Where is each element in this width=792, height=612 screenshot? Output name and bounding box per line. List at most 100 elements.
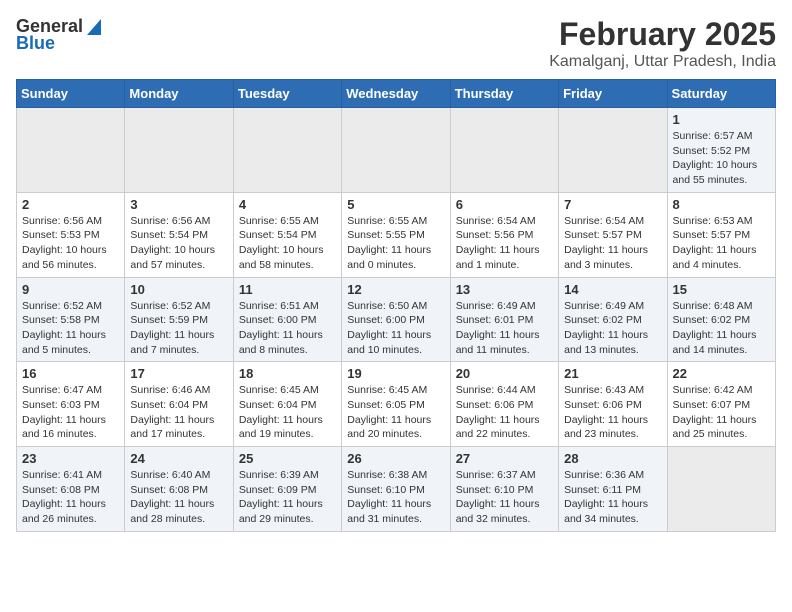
calendar-day-cell: 16Sunrise: 6:47 AMSunset: 6:03 PMDayligh…: [17, 362, 125, 447]
day-number: 4: [239, 197, 336, 212]
calendar-day-cell: 22 Sunrise: 6:42 AMSunset: 6:07 PMDayligh…: [667, 362, 775, 447]
calendar-day-cell: 25 Sunrise: 6:39 AMSunset: 6:09 PMDayligh…: [233, 447, 341, 532]
calendar-day-cell: 8 Sunrise: 6:53 AMSunset: 5:57 PMDaylight…: [667, 192, 775, 277]
weekday-header-wednesday: Wednesday: [342, 80, 450, 108]
calendar-day-cell: 21 Sunrise: 6:43 AMSunset: 6:06 PMDayligh…: [559, 362, 667, 447]
calendar-day-cell: 15 Sunrise: 6:48 AMSunset: 6:02 PMDayligh…: [667, 277, 775, 362]
day-number: 13: [456, 282, 553, 297]
day-number: 7: [564, 197, 661, 212]
calendar-week-row: 23 Sunrise: 6:41 AMSunset: 6:08 PMDayligh…: [17, 447, 776, 532]
day-info: Sunrise: 6:55 AMSunset: 5:54 PMDaylight:…: [239, 214, 336, 273]
day-number: 11: [239, 282, 336, 297]
day-info: Sunrise: 6:46 AMSunset: 6:04 PMDaylight:…: [130, 383, 227, 442]
day-info: Sunrise: 6:49 AMSunset: 6:02 PMDaylight:…: [564, 299, 661, 358]
calendar-day-cell: 2 Sunrise: 6:56 AMSunset: 5:53 PMDaylight…: [17, 192, 125, 277]
day-number: 8: [673, 197, 770, 212]
weekday-header-sunday: Sunday: [17, 80, 125, 108]
day-info: Sunrise: 6:44 AMSunset: 6:06 PMDaylight:…: [456, 383, 553, 442]
day-info: Sunrise: 6:55 AMSunset: 5:55 PMDaylight:…: [347, 214, 444, 273]
calendar-day-cell: [450, 108, 558, 193]
day-info: Sunrise: 6:57 AMSunset: 5:52 PMDaylight:…: [673, 129, 770, 188]
calendar-week-row: 16Sunrise: 6:47 AMSunset: 6:03 PMDayligh…: [17, 362, 776, 447]
day-number: 16: [22, 366, 119, 381]
day-number: 20: [456, 366, 553, 381]
calendar-day-cell: 19 Sunrise: 6:45 AMSunset: 6:05 PMDayligh…: [342, 362, 450, 447]
day-info: Sunrise: 6:42 AMSunset: 6:07 PMDaylight:…: [673, 383, 770, 442]
day-number: 19: [347, 366, 444, 381]
calendar-day-cell: 17 Sunrise: 6:46 AMSunset: 6:04 PMDayligh…: [125, 362, 233, 447]
day-number: 9: [22, 282, 119, 297]
calendar-day-cell: 10 Sunrise: 6:52 AMSunset: 5:59 PMDayligh…: [125, 277, 233, 362]
calendar-day-cell: 26Sunrise: 6:38 AMSunset: 6:10 PMDayligh…: [342, 447, 450, 532]
day-number: 25: [239, 451, 336, 466]
day-number: 6: [456, 197, 553, 212]
day-info: Sunrise: 6:39 AMSunset: 6:09 PMDaylight:…: [239, 468, 336, 527]
calendar-day-cell: [233, 108, 341, 193]
day-number: 10: [130, 282, 227, 297]
calendar-day-cell: 13 Sunrise: 6:49 AMSunset: 6:01 PMDayligh…: [450, 277, 558, 362]
day-info: Sunrise: 6:56 AMSunset: 5:54 PMDaylight:…: [130, 214, 227, 273]
calendar-day-cell: 28 Sunrise: 6:36 AMSunset: 6:11 PMDayligh…: [559, 447, 667, 532]
calendar-day-cell: 18 Sunrise: 6:45 AMSunset: 6:04 PMDayligh…: [233, 362, 341, 447]
logo-triangle-icon: [83, 17, 105, 37]
calendar-day-cell: [559, 108, 667, 193]
calendar-week-row: 2 Sunrise: 6:56 AMSunset: 5:53 PMDaylight…: [17, 192, 776, 277]
day-number: 2: [22, 197, 119, 212]
day-info: Sunrise: 6:41 AMSunset: 6:08 PMDaylight:…: [22, 468, 119, 527]
weekday-header-friday: Friday: [559, 80, 667, 108]
day-number: 23: [22, 451, 119, 466]
calendar-day-cell: 1 Sunrise: 6:57 AMSunset: 5:52 PMDaylight…: [667, 108, 775, 193]
subtitle: Kamalganj, Uttar Pradesh, India: [549, 53, 776, 71]
page-header: General Blue February 2025 Kamalganj, Ut…: [16, 16, 776, 71]
day-number: 14: [564, 282, 661, 297]
calendar-day-cell: [17, 108, 125, 193]
day-info: Sunrise: 6:51 AMSunset: 6:00 PMDaylight:…: [239, 299, 336, 358]
day-info: Sunrise: 6:53 AMSunset: 5:57 PMDaylight:…: [673, 214, 770, 273]
weekday-header-monday: Monday: [125, 80, 233, 108]
day-info: Sunrise: 6:54 AMSunset: 5:57 PMDaylight:…: [564, 214, 661, 273]
weekday-header-thursday: Thursday: [450, 80, 558, 108]
calendar-day-cell: 6Sunrise: 6:54 AMSunset: 5:56 PMDaylight…: [450, 192, 558, 277]
day-info: Sunrise: 6:52 AMSunset: 5:58 PMDaylight:…: [22, 299, 119, 358]
day-info: Sunrise: 6:43 AMSunset: 6:06 PMDaylight:…: [564, 383, 661, 442]
day-number: 18: [239, 366, 336, 381]
calendar-day-cell: 14 Sunrise: 6:49 AMSunset: 6:02 PMDayligh…: [559, 277, 667, 362]
calendar-day-cell: 9 Sunrise: 6:52 AMSunset: 5:58 PMDaylight…: [17, 277, 125, 362]
day-info: Sunrise: 6:45 AMSunset: 6:04 PMDaylight:…: [239, 383, 336, 442]
calendar-day-cell: 24Sunrise: 6:40 AMSunset: 6:08 PMDayligh…: [125, 447, 233, 532]
weekday-header-tuesday: Tuesday: [233, 80, 341, 108]
day-number: 21: [564, 366, 661, 381]
day-info: Sunrise: 6:36 AMSunset: 6:11 PMDaylight:…: [564, 468, 661, 527]
day-number: 22: [673, 366, 770, 381]
main-title: February 2025: [549, 16, 776, 53]
day-number: 24: [130, 451, 227, 466]
calendar-day-cell: 4 Sunrise: 6:55 AMSunset: 5:54 PMDaylight…: [233, 192, 341, 277]
calendar-day-cell: 5Sunrise: 6:55 AMSunset: 5:55 PMDaylight…: [342, 192, 450, 277]
day-info: Sunrise: 6:37 AMSunset: 6:10 PMDaylight:…: [456, 468, 553, 527]
day-number: 28: [564, 451, 661, 466]
day-number: 3: [130, 197, 227, 212]
day-number: 1: [673, 112, 770, 127]
day-info: Sunrise: 6:49 AMSunset: 6:01 PMDaylight:…: [456, 299, 553, 358]
day-number: 17: [130, 366, 227, 381]
day-info: Sunrise: 6:56 AMSunset: 5:53 PMDaylight:…: [22, 214, 119, 273]
day-info: Sunrise: 6:38 AMSunset: 6:10 PMDaylight:…: [347, 468, 444, 527]
calendar-day-cell: 11 Sunrise: 6:51 AMSunset: 6:00 PMDayligh…: [233, 277, 341, 362]
day-number: 15: [673, 282, 770, 297]
calendar-table: SundayMondayTuesdayWednesdayThursdayFrid…: [16, 79, 776, 532]
calendar-day-cell: 20 Sunrise: 6:44 AMSunset: 6:06 PMDayligh…: [450, 362, 558, 447]
calendar-day-cell: [667, 447, 775, 532]
day-info: Sunrise: 6:48 AMSunset: 6:02 PMDaylight:…: [673, 299, 770, 358]
logo: General Blue: [16, 16, 105, 54]
calendar-day-cell: 12Sunrise: 6:50 AMSunset: 6:00 PMDayligh…: [342, 277, 450, 362]
calendar-week-row: 9 Sunrise: 6:52 AMSunset: 5:58 PMDaylight…: [17, 277, 776, 362]
calendar-day-cell: [342, 108, 450, 193]
calendar-day-cell: 3 Sunrise: 6:56 AMSunset: 5:54 PMDaylight…: [125, 192, 233, 277]
calendar-day-cell: 7 Sunrise: 6:54 AMSunset: 5:57 PMDaylight…: [559, 192, 667, 277]
day-info: Sunrise: 6:45 AMSunset: 6:05 PMDaylight:…: [347, 383, 444, 442]
weekday-header-saturday: Saturday: [667, 80, 775, 108]
calendar-day-cell: 27Sunrise: 6:37 AMSunset: 6:10 PMDayligh…: [450, 447, 558, 532]
day-info: Sunrise: 6:52 AMSunset: 5:59 PMDaylight:…: [130, 299, 227, 358]
calendar-day-cell: [125, 108, 233, 193]
weekday-header-row: SundayMondayTuesdayWednesdayThursdayFrid…: [17, 80, 776, 108]
